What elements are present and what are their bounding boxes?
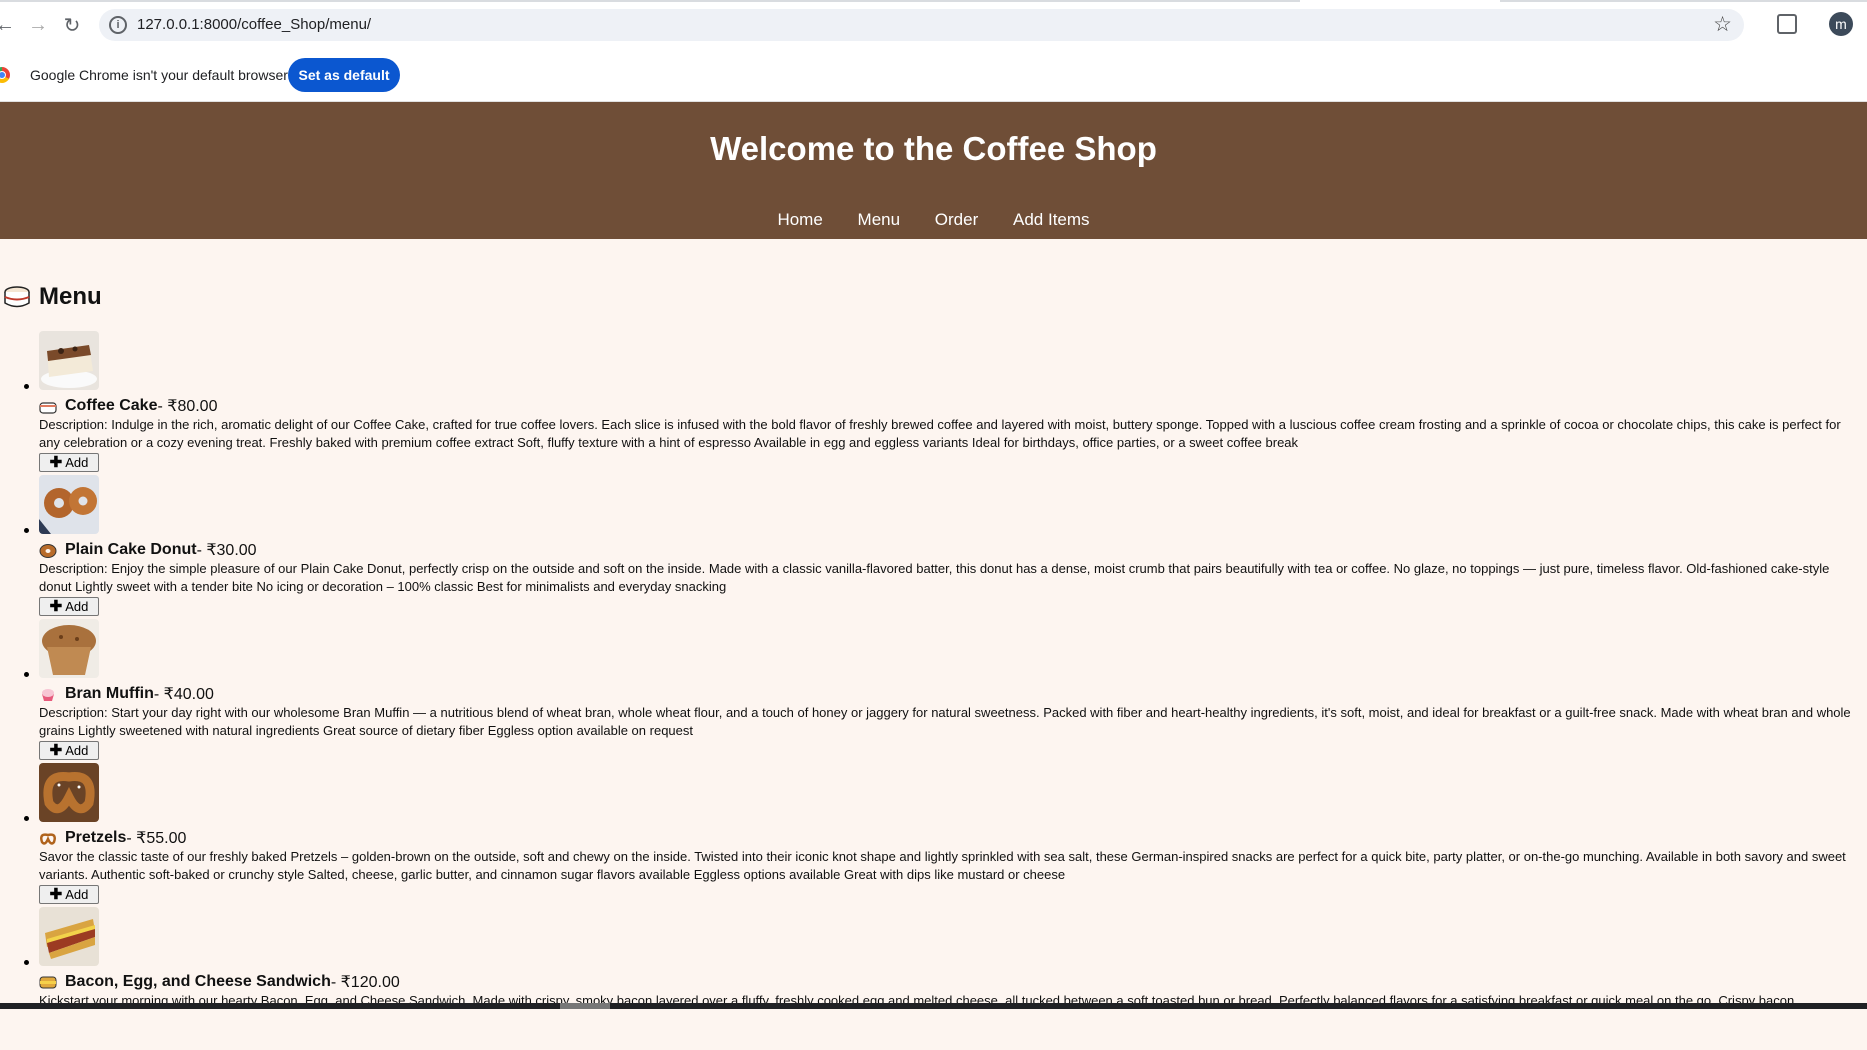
nav-add-items[interactable]: Add Items: [1013, 210, 1090, 229]
item-name: Coffee Cake: [65, 397, 158, 414]
pretzel-image: [39, 763, 99, 822]
tab-strip: [0, 0, 1300, 2]
item-name-line: Bacon, Egg, and Cheese Sandwich - ₹120.0…: [39, 972, 400, 992]
profile-avatar[interactable]: m: [1829, 12, 1853, 36]
cupcake-icon: [42, 688, 54, 701]
list-bullet: [24, 960, 29, 965]
add-button[interactable]: ✚ Add: [39, 885, 99, 904]
item-description: Description: Enjoy the simple pleasure o…: [39, 561, 1830, 594]
item-description: Description: Indulge in the rich, aromat…: [39, 417, 1841, 450]
item-name: Plain Cake Donut: [65, 541, 197, 558]
donut-icon: [39, 543, 57, 558]
nav-menu[interactable]: Menu: [858, 210, 901, 229]
item-price: - ₹55.00: [126, 830, 187, 847]
address-bar[interactable]: i 127.0.0.1:8000/coffee_Shop/menu/ ☆: [99, 9, 1744, 41]
item-name: Bran Muffin: [65, 685, 154, 702]
site-header: Welcome to the Coffee Shop Home Menu Ord…: [0, 102, 1867, 239]
add-label: Add: [65, 455, 89, 470]
cake-icon: [39, 402, 57, 414]
add-label: Add: [65, 599, 89, 614]
extensions-icon[interactable]: [1777, 14, 1797, 34]
add-label: Add: [65, 743, 89, 758]
back-icon[interactable]: ←: [0, 12, 18, 38]
item-price: - ₹80.00: [157, 398, 218, 415]
add-button[interactable]: ✚ Add: [39, 741, 99, 760]
add-button[interactable]: ✚ Add: [39, 453, 99, 472]
reload-icon[interactable]: ↻: [59, 12, 85, 38]
item-name-line: Plain Cake Donut - ₹30.00: [39, 540, 257, 560]
plus-icon: ✚: [49, 598, 63, 615]
menu-title-text: Menu: [39, 283, 102, 310]
set-as-default-button[interactable]: Set as default: [288, 58, 400, 92]
menu-item: Bran Muffin - ₹40.00 Description: Start …: [0, 618, 1867, 762]
coffee-cake-image: [39, 331, 99, 390]
item-price: - ₹40.00: [153, 686, 214, 703]
chrome-logo-icon: [0, 67, 10, 83]
bookmark-star-icon[interactable]: ☆: [1713, 12, 1732, 37]
tab-strip-right: [1500, 0, 1867, 2]
plus-icon: ✚: [49, 886, 63, 903]
list-bullet: [24, 672, 29, 677]
list-bullet: [24, 528, 29, 533]
add-button[interactable]: ✚ Add: [39, 597, 99, 616]
item-name: Bacon, Egg, and Cheese Sandwich: [65, 973, 331, 990]
item-name-line: Bran Muffin - ₹40.00: [39, 684, 214, 704]
plus-icon: ✚: [49, 742, 63, 759]
horizontal-scrollbar[interactable]: [0, 1003, 1867, 1009]
item-price: - ₹120.00: [330, 974, 400, 991]
menu-item: Plain Cake Donut - ₹30.00 Description: E…: [0, 474, 1867, 618]
scrollbar-thumb[interactable]: [560, 1003, 610, 1009]
menu-item: Coffee Cake - ₹80.00 Description: Indulg…: [0, 330, 1867, 474]
site-info-icon[interactable]: i: [109, 16, 127, 34]
item-price: - ₹30.00: [196, 542, 257, 559]
nav-order[interactable]: Order: [935, 210, 978, 229]
item-name-line: Coffee Cake - ₹80.00: [39, 396, 217, 416]
donut-image: [39, 475, 99, 534]
sandwich-image: [39, 907, 99, 966]
item-description: Savor the classic taste of our freshly b…: [39, 849, 1846, 882]
forward-icon[interactable]: →: [25, 12, 51, 38]
default-browser-infobar: Google Chrome isn't your default browser…: [0, 50, 1867, 102]
url-text[interactable]: 127.0.0.1:8000/coffee_Shop/menu/: [137, 16, 371, 33]
item-name: Pretzels: [65, 829, 127, 846]
cake-icon: [4, 286, 30, 308]
nav-home[interactable]: Home: [777, 210, 822, 229]
menu-item: Bacon, Egg, and Cheese Sandwich - ₹120.0…: [0, 906, 1867, 1050]
menu-item: Pretzels - ₹55.00 Savor the classic tast…: [0, 762, 1867, 906]
browser-toolbar: ← → ↻ i 127.0.0.1:8000/coffee_Shop/menu/…: [0, 0, 1867, 50]
page-title: Welcome to the Coffee Shop: [710, 130, 1157, 167]
item-description: Description: Start your day right with o…: [39, 705, 1851, 738]
menu-list: Coffee Cake - ₹80.00 Description: Indulg…: [0, 330, 1867, 1050]
infobar-message: Google Chrome isn't your default browser: [30, 67, 288, 83]
muffin-image: [39, 619, 99, 678]
main-nav: Home Menu Order Add Items: [0, 210, 1867, 230]
menu-heading: Menu: [3, 283, 102, 311]
plus-icon: ✚: [49, 454, 63, 471]
list-bullet: [24, 816, 29, 821]
item-name-line: Pretzels - ₹55.00: [39, 828, 186, 848]
sandwich-icon: [39, 976, 57, 988]
pretzel-icon: [40, 832, 56, 845]
list-bullet: [24, 384, 29, 389]
add-label: Add: [65, 887, 89, 902]
